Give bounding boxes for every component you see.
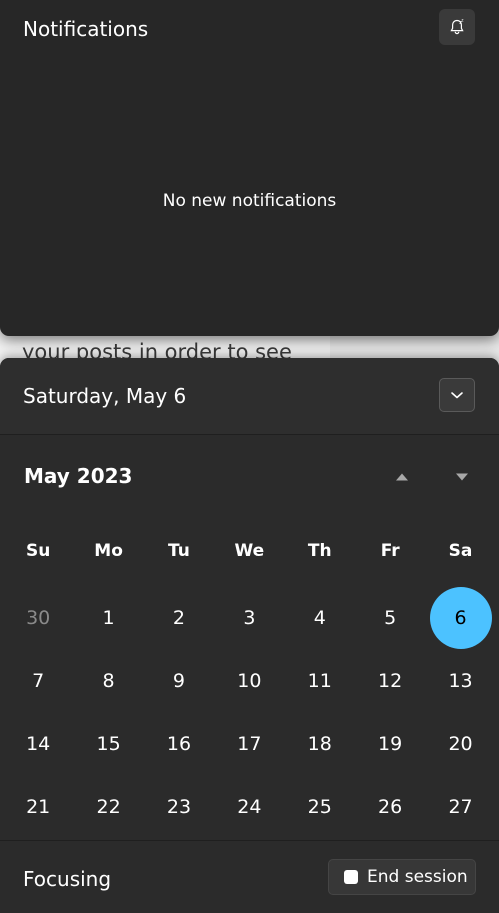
notifications-title: Notifications — [23, 17, 149, 41]
calendar-day[interactable]: 14 — [3, 712, 73, 775]
day-number: 24 — [237, 795, 262, 818]
collapse-calendar-button[interactable] — [439, 378, 475, 412]
notification-center: Notifications z z No new notifications — [0, 0, 499, 336]
bell-snooze-icon: z z — [450, 18, 464, 35]
calendar-week: 14 15 16 17 18 19 20 — [3, 712, 496, 775]
day-number: 16 — [166, 732, 192, 755]
calendar-day[interactable]: 24 — [214, 775, 284, 838]
triangle-up-icon — [396, 473, 408, 481]
calendar-day[interactable]: 27 — [425, 775, 495, 838]
day-number: 10 — [237, 669, 262, 692]
day-number: 25 — [307, 795, 332, 818]
calendar-week: 21 22 23 24 25 26 27 — [3, 775, 496, 838]
calendar-week: 7 8 9 10 11 12 13 — [3, 649, 496, 712]
month-year-label[interactable]: May 2023 — [24, 464, 132, 488]
calendar-day[interactable]: 13 — [425, 649, 495, 712]
calendar-day[interactable]: 26 — [355, 775, 425, 838]
calendar-day[interactable]: 3 — [214, 586, 284, 649]
day-number: 27 — [448, 795, 473, 818]
day-number: 7 — [32, 669, 45, 692]
calendar-day[interactable]: 23 — [144, 775, 214, 838]
day-number: 2 — [172, 606, 186, 629]
day-number: 26 — [378, 795, 403, 818]
day-number: 22 — [96, 795, 121, 818]
stop-icon — [344, 870, 358, 884]
day-number: 9 — [172, 669, 186, 692]
weekday-label: Sa — [448, 541, 473, 561]
weekday-header: Su Mo Tu We Th Fr Sa — [3, 526, 496, 578]
previous-month-button[interactable] — [391, 468, 413, 486]
calendar-day-today[interactable]: 6 — [425, 586, 495, 649]
no-notifications-message: No new notifications — [162, 191, 337, 211]
triangle-down-icon — [456, 473, 468, 481]
day-number: 5 — [384, 606, 397, 629]
calendar-day[interactable]: 19 — [355, 712, 425, 775]
calendar-day[interactable]: 15 — [73, 712, 143, 775]
calendar-day[interactable]: 20 — [425, 712, 495, 775]
svg-text:z: z — [461, 18, 463, 23]
calendar-day[interactable]: 5 — [355, 586, 425, 649]
day-number: 15 — [96, 732, 121, 755]
weekday-label: Fr — [380, 541, 400, 561]
calendar-day[interactable]: 2 — [144, 586, 214, 649]
day-number: 17 — [237, 732, 262, 755]
focus-session-bar: Focusing End session — [0, 840, 499, 913]
calendar-panel: Saturday, May 6 May 2023 Su Mo Tu We Th — [0, 358, 499, 913]
day-number: 11 — [307, 669, 332, 692]
day-number: 14 — [26, 732, 51, 755]
weekday-label: Su — [26, 541, 51, 561]
end-session-label: End session — [367, 867, 468, 887]
day-number: 13 — [448, 669, 473, 692]
calendar-day[interactable]: 4 — [285, 586, 355, 649]
end-session-button[interactable]: End session — [328, 859, 476, 895]
calendar-day[interactable]: 10 — [214, 649, 284, 712]
calendar-day[interactable]: 7 — [3, 649, 73, 712]
weekday-label: Mo — [94, 541, 123, 561]
calendar-day[interactable]: 22 — [73, 775, 143, 838]
calendar-day[interactable]: 25 — [285, 775, 355, 838]
calendar-day[interactable]: 1 — [73, 586, 143, 649]
calendar-day[interactable]: 11 — [285, 649, 355, 712]
calendar-day[interactable]: 17 — [214, 712, 284, 775]
chevron-down-icon — [451, 392, 463, 399]
next-month-button[interactable] — [451, 468, 473, 486]
calendar-day[interactable]: 12 — [355, 649, 425, 712]
day-number: 3 — [243, 606, 256, 629]
page: your posts in order to see Notifications… — [0, 0, 499, 913]
calendar-header: Saturday, May 6 — [0, 358, 499, 435]
day-number: 4 — [313, 606, 326, 629]
calendar-day-other-month[interactable]: 30 — [3, 586, 73, 649]
day-number: 12 — [378, 669, 403, 692]
day-number: 1 — [102, 606, 115, 629]
calendar-day[interactable]: 21 — [3, 775, 73, 838]
day-number: 20 — [448, 732, 473, 755]
day-number: 21 — [26, 795, 51, 818]
day-number: 6 — [454, 606, 467, 629]
day-number: 23 — [166, 795, 192, 818]
calendar-day[interactable]: 16 — [144, 712, 214, 775]
calendar-day[interactable]: 18 — [285, 712, 355, 775]
weekday-label: We — [234, 541, 265, 561]
do-not-disturb-button[interactable]: z z — [439, 9, 475, 45]
weekday-label: Th — [307, 541, 332, 561]
day-number: 19 — [378, 732, 403, 755]
calendar-day[interactable]: 8 — [73, 649, 143, 712]
day-number: 8 — [102, 669, 115, 692]
calendar-days: 30 1 2 3 4 5 6 7 8 9 10 11 12 13 14 15 1… — [3, 586, 496, 838]
focus-status-label: Focusing — [23, 867, 112, 891]
calendar-day[interactable]: 9 — [144, 649, 214, 712]
calendar-week: 30 1 2 3 4 5 6 — [3, 586, 496, 649]
current-date: Saturday, May 6 — [23, 384, 187, 408]
day-number: 18 — [307, 732, 332, 755]
weekday-label: Tu — [168, 541, 190, 561]
day-number: 30 — [26, 606, 51, 629]
